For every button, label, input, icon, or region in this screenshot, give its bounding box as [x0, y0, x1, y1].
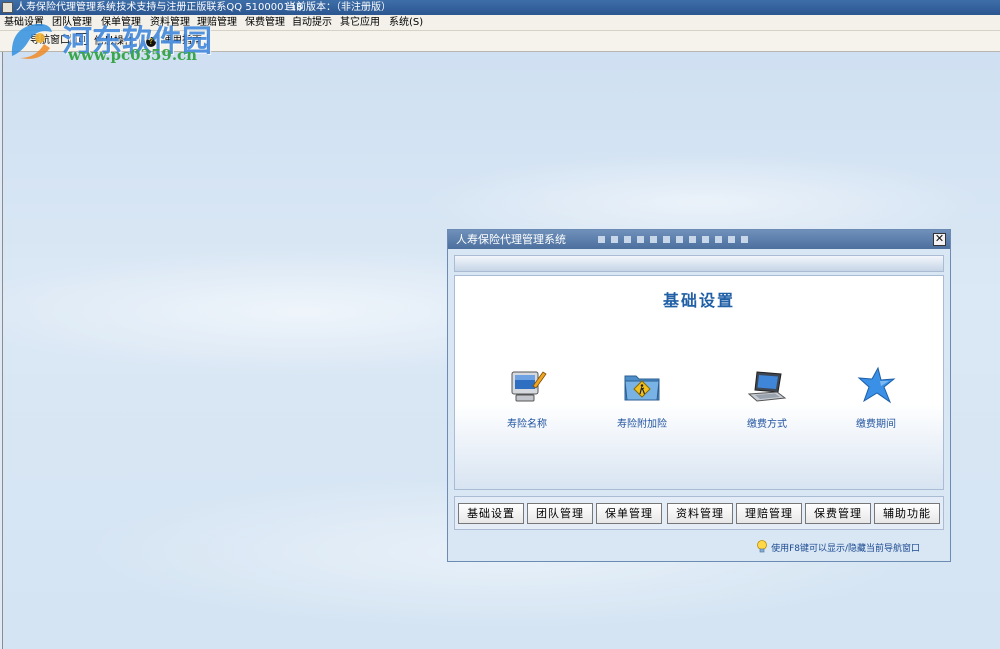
nav-button-premium[interactable]: 保费管理 [805, 503, 871, 524]
watermark-logo-icon [11, 23, 52, 59]
panel-title: 基础设置 [662, 291, 735, 310]
close-icon[interactable]: ✕ [933, 233, 946, 246]
navigation-window: 人寿保险代理管理系统 ✕ 基础设置 寿险名称 寿险附加险 缴费方式 缴费期间 基… [447, 229, 951, 562]
star-icon [857, 366, 896, 404]
tile-payment-period[interactable]: 缴费期间 [826, 366, 926, 430]
computer-edit-icon [511, 371, 547, 402]
version-label: 当前版本：（非注册版） [286, 2, 391, 13]
module-button-bar: 基础设置 团队管理 保单管理 资料管理 理赔管理 保费管理 辅助功能 [454, 496, 944, 530]
f8-hint-text: 使用F8键可以显示/隐藏当前导航窗口 [771, 544, 920, 554]
nav-button-assist[interactable]: 辅助功能 [874, 503, 940, 524]
tile-life-insurance-name[interactable]: 寿险名称 [477, 366, 577, 430]
title-decoration [598, 236, 748, 243]
tile-label: 寿险名称 [507, 419, 547, 430]
dialog-header-strip [454, 255, 944, 272]
tile-label: 缴费期间 [856, 419, 896, 430]
watermark-url: www.pc0359.cn [68, 46, 198, 64]
lightbulb-icon [757, 540, 767, 553]
app-icon[interactable] [2, 2, 13, 13]
folder-person-icon [624, 375, 660, 401]
nav-button-claims[interactable]: 理赔管理 [736, 503, 802, 524]
tile-payment-method[interactable]: 缴费方式 [717, 366, 817, 430]
tile-additional-insurance[interactable]: 寿险附加险 [592, 366, 692, 430]
nav-button-basic-settings[interactable]: 基础设置 [458, 503, 524, 524]
menu-system[interactable]: 系统(S) [389, 15, 423, 30]
window-title: 人寿保险代理管理系统 [16, 2, 116, 13]
content-panel: 基础设置 寿险名称 寿险附加险 缴费方式 缴费期间 [454, 275, 944, 490]
window-title-bar: 人寿保险代理管理系统 -- 技术支持与注册正版联系QQ 510000118 当前… [0, 0, 1000, 15]
dialog-title-bar[interactable]: 人寿保险代理管理系统 ✕ [448, 230, 950, 249]
f8-hint: 使用F8键可以显示/隐藏当前导航窗口 [757, 540, 920, 556]
nav-button-team[interactable]: 团队管理 [527, 503, 593, 524]
tile-label: 寿险附加险 [617, 419, 667, 430]
nav-button-materials[interactable]: 资料管理 [667, 503, 733, 524]
laptop-icon [747, 371, 787, 402]
dialog-title: 人寿保险代理管理系统 [456, 233, 566, 246]
menu-auto-tips[interactable]: 自动提示 [292, 15, 332, 30]
nav-button-policy[interactable]: 保单管理 [596, 503, 662, 524]
tile-label: 缴费方式 [747, 419, 787, 430]
support-text: -- 技术支持与注册正版联系QQ 510000118 [106, 2, 303, 13]
menu-premium[interactable]: 保费管理 [245, 15, 285, 30]
menu-other-apps[interactable]: 其它应用 [340, 15, 380, 30]
